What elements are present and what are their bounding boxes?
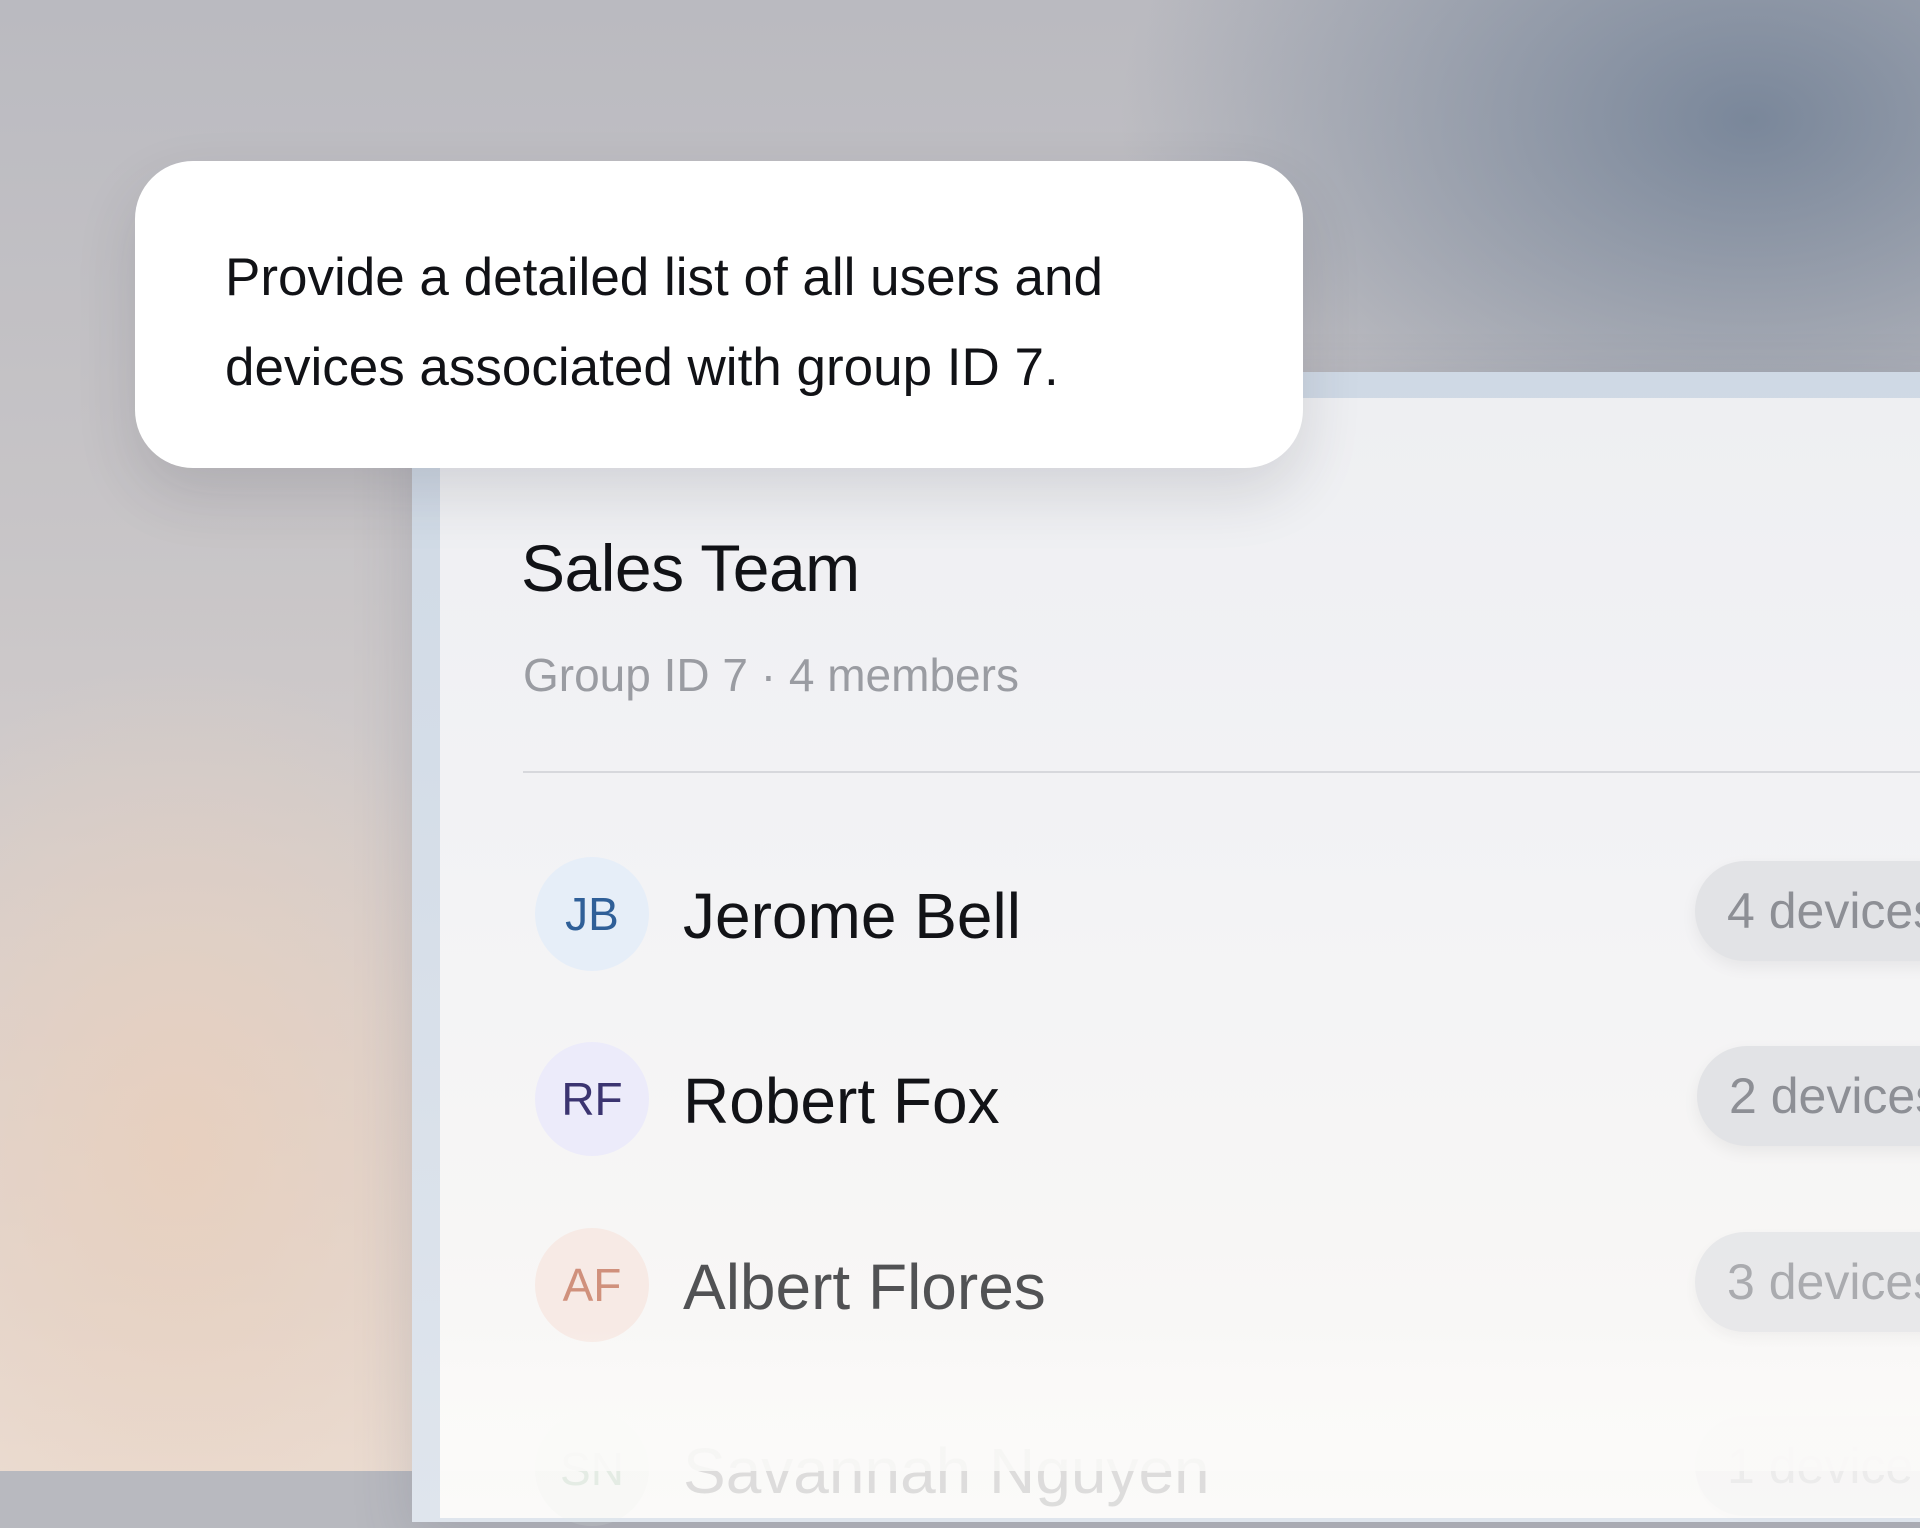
device-count-badge[interactable]: 2 devices <box>1697 1046 1920 1146</box>
member-row[interactable]: RF Robert Fox 2 devices <box>535 1042 1920 1158</box>
member-name: Albert Flores <box>683 1251 1046 1323</box>
avatar-initials: AF <box>562 1259 622 1311</box>
group-title: Sales Team <box>521 531 860 605</box>
member-row[interactable]: SN Savannah Nguyen 1 device <box>535 1412 1920 1528</box>
prompt-bubble: Provide a detailed list of all users and… <box>135 161 1303 468</box>
divider <box>523 771 1920 773</box>
device-count-badge[interactable]: 3 devices <box>1695 1232 1920 1332</box>
member-row[interactable]: JB Jerome Bell 4 devices <box>535 857 1920 973</box>
member-name: Robert Fox <box>683 1065 1000 1137</box>
device-count-badge[interactable]: 4 devices <box>1695 861 1920 961</box>
member-name: Savannah Nguyen <box>683 1435 1210 1507</box>
member-row[interactable]: AF Albert Flores 3 devices <box>535 1228 1920 1344</box>
group-meta: Group ID 7 · 4 members <box>523 649 1019 701</box>
avatar-initials: RF <box>561 1073 623 1125</box>
member-name: Jerome Bell <box>683 880 1021 952</box>
avatar-initials: SN <box>560 1443 624 1495</box>
device-count-badge[interactable]: 1 device <box>1695 1416 1920 1516</box>
avatar: RF <box>535 1042 649 1156</box>
avatar-initials: JB <box>565 888 619 940</box>
avatar: SN <box>535 1412 649 1526</box>
prompt-text: Provide a detailed list of all users and… <box>225 248 1103 397</box>
avatar: AF <box>535 1228 649 1342</box>
avatar: JB <box>535 857 649 971</box>
